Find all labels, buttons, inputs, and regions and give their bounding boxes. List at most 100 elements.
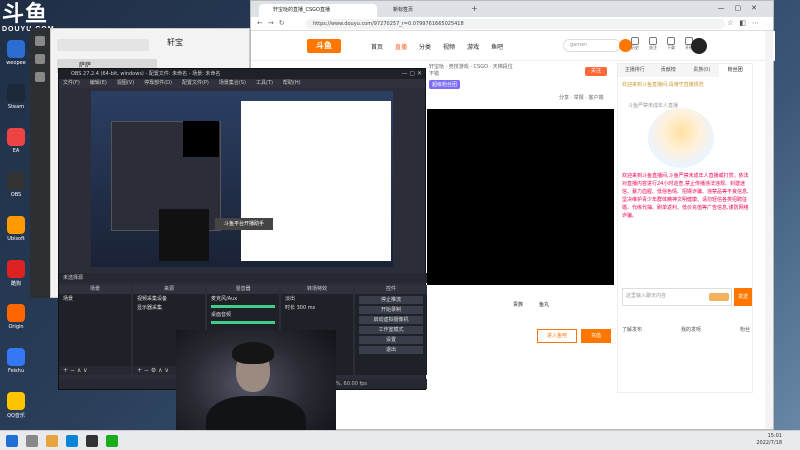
follow-button[interactable]: 关注 bbox=[585, 67, 607, 76]
obs-control-button[interactable]: 开始录制 bbox=[359, 306, 423, 314]
nav-item[interactable]: 直播 bbox=[395, 42, 407, 51]
obs-popup[interactable]: 斗鱼平台开播助手 bbox=[215, 218, 273, 230]
obs-control-button[interactable]: 启动虚拟摄像机 bbox=[359, 316, 423, 324]
chat-icon[interactable] bbox=[35, 36, 45, 46]
transition-select[interactable]: 淡出 bbox=[281, 294, 353, 303]
obs-menu-item[interactable]: 文件(F) bbox=[63, 79, 80, 88]
desktop-shortcut[interactable]: Steam bbox=[2, 84, 30, 122]
obs-menu-item[interactable]: 停靠部件(D) bbox=[144, 79, 172, 88]
header-user-icon[interactable]: 关注 bbox=[647, 37, 659, 51]
tab-new[interactable]: 新标签页 bbox=[379, 4, 497, 17]
obs-menu-item[interactable]: 视图(V) bbox=[117, 79, 134, 88]
transition-duration[interactable]: 时长 300 ms bbox=[281, 303, 353, 312]
obs-menu-item[interactable]: 场景集合(S) bbox=[219, 79, 246, 88]
emoji-icon[interactable] bbox=[709, 293, 729, 301]
volume-meter[interactable] bbox=[211, 305, 275, 308]
obs-window-controls[interactable]: — ▢ ✕ bbox=[401, 69, 422, 79]
scenes-footer[interactable]: + − ∧ ∨ bbox=[59, 366, 131, 375]
obs-control-button[interactable]: 工作室模式 bbox=[359, 326, 423, 334]
obs-menu-item[interactable]: 工具(T) bbox=[256, 79, 273, 88]
window-controls[interactable]: —▢✕ bbox=[718, 4, 767, 12]
chat-message: 欢迎来到斗鱼直播间,斗鱼严禁未成年人直播或打赏。依法对直播内容进行24小时巡查,… bbox=[622, 173, 749, 219]
sources-header: 来源 bbox=[133, 285, 205, 294]
desktop-shortcut[interactable]: 酷狗 bbox=[2, 260, 30, 298]
desktop-shortcut[interactable]: QQ音乐 bbox=[2, 392, 30, 430]
folder-icon[interactable] bbox=[35, 72, 45, 82]
nav-item[interactable]: 分类 bbox=[419, 42, 431, 51]
side-tab[interactable]: 贡献榜 bbox=[652, 64, 686, 77]
scenes-dock: 场景 场景 + − ∧ ∨ bbox=[59, 285, 131, 375]
rank-left[interactable]: 了解发布 bbox=[622, 326, 642, 333]
rank-mid[interactable]: 我的发呀 bbox=[681, 326, 701, 333]
address-bar: ←→↻ https://www.douyu.com/97270257_r=0.0… bbox=[251, 17, 773, 31]
obs-menu-item[interactable]: 编辑(E) bbox=[90, 79, 107, 88]
share-links[interactable]: 分享 · 举报 · 客户端 bbox=[559, 94, 604, 101]
avatar[interactable] bbox=[691, 38, 707, 54]
user-icon-label: 关注 bbox=[649, 45, 657, 50]
side-tab[interactable]: 贵族(0) bbox=[685, 64, 719, 77]
rank-right[interactable]: 粉丝 bbox=[740, 326, 750, 333]
header-user-icon[interactable]: 历史 bbox=[629, 37, 641, 51]
source-item[interactable]: 视频采集设备 bbox=[133, 294, 205, 303]
explorer-icon[interactable] bbox=[46, 435, 58, 447]
obs-menu-item[interactable]: 配置文件(P) bbox=[182, 79, 209, 88]
edge-icon[interactable] bbox=[66, 435, 78, 447]
send-button[interactable]: 发送 bbox=[734, 288, 752, 306]
obs-source-bar: 未选择源 bbox=[59, 273, 427, 283]
pay-chip[interactable]: 付费 bbox=[587, 300, 607, 309]
desktop-shortcut[interactable]: Feishu bbox=[2, 348, 30, 386]
chat-input[interactable]: 这里输入聊天内容 bbox=[622, 288, 732, 306]
douyu-logo[interactable]: 斗鱼 bbox=[307, 39, 341, 53]
nav-buttons[interactable]: ←→↻ bbox=[257, 19, 290, 27]
share-chip[interactable]: 分享 bbox=[563, 300, 583, 309]
gift-label-noble[interactable]: 贵族 bbox=[513, 301, 523, 308]
obs-icon[interactable] bbox=[86, 435, 98, 447]
nav-item[interactable]: 游戏 bbox=[467, 42, 479, 51]
browser-toolbar-icons[interactable]: ☆◧⋯ bbox=[727, 19, 765, 27]
tab-douyu[interactable]: 轩宝哒的直播_CSGO直播 bbox=[259, 4, 377, 17]
nav-item[interactable]: 视频 bbox=[443, 42, 455, 51]
obs-preview[interactable]: 斗鱼平台开播助手 bbox=[91, 91, 393, 267]
volume-meter[interactable] bbox=[211, 321, 275, 324]
fan-club-badge[interactable]: 超级粉丝团 bbox=[429, 80, 461, 89]
clock[interactable]: 15:01 2022/7/18 bbox=[756, 433, 782, 447]
page-scrollbar[interactable] bbox=[765, 31, 773, 429]
side-tab[interactable]: 主播排行 bbox=[618, 64, 652, 77]
desktop-shortcut[interactable]: weopee bbox=[2, 40, 30, 78]
rank-bar: 了解发布 我的发呀 粉丝 bbox=[622, 326, 750, 333]
shortcut-label: QQ音乐 bbox=[7, 413, 25, 419]
desktop-shortcut[interactable]: Origin bbox=[2, 304, 30, 342]
header-user-icon[interactable]: 下载 bbox=[665, 37, 677, 51]
obs-control-button[interactable]: 停止推流 bbox=[359, 296, 423, 304]
desktop-shortcut[interactable]: EA bbox=[2, 128, 30, 166]
obs-menu-item[interactable]: 帮助(H) bbox=[283, 79, 301, 88]
start-icon[interactable] bbox=[6, 435, 18, 447]
search-icon[interactable] bbox=[26, 435, 38, 447]
contacts-icon[interactable] bbox=[35, 54, 45, 64]
wechat-icon[interactable] bbox=[106, 435, 118, 447]
scenes-header: 场景 bbox=[59, 285, 131, 294]
obs-control-button[interactable]: 设置 bbox=[359, 336, 423, 344]
desktop-shortcut[interactable]: OBS bbox=[2, 172, 30, 210]
desktop-shortcut[interactable]: Ubisoft bbox=[2, 216, 30, 254]
gift-label-fishball[interactable]: 鱼丸 bbox=[539, 301, 549, 308]
site-search[interactable]: gamen bbox=[563, 39, 632, 52]
webcam-person-hair bbox=[232, 342, 274, 364]
recharge-button[interactable]: 充值 bbox=[581, 329, 611, 343]
url-input[interactable]: https://www.douyu.com/97270257_r=0.07997… bbox=[305, 19, 725, 29]
obs-control-button[interactable]: 退出 bbox=[359, 346, 423, 354]
enter-forum-button[interactable]: 进入鱼吧 bbox=[537, 329, 577, 343]
video-player[interactable] bbox=[427, 109, 614, 285]
app-icon bbox=[7, 348, 25, 366]
source-item[interactable]: 显示器采集 bbox=[133, 303, 205, 312]
search-input[interactable] bbox=[57, 39, 149, 51]
user-glyph-icon bbox=[631, 37, 639, 45]
preview-player bbox=[183, 121, 219, 157]
scene-item[interactable]: 场景 bbox=[59, 294, 131, 303]
search-placeholder: gamen bbox=[570, 42, 588, 48]
new-tab-icon[interactable]: + bbox=[471, 4, 478, 13]
controls-header: 控件 bbox=[355, 285, 427, 294]
side-tab[interactable]: 粉丝团 bbox=[718, 64, 752, 77]
nav-item[interactable]: 首页 bbox=[371, 42, 383, 51]
nav-item[interactable]: 鱼吧 bbox=[491, 42, 503, 51]
